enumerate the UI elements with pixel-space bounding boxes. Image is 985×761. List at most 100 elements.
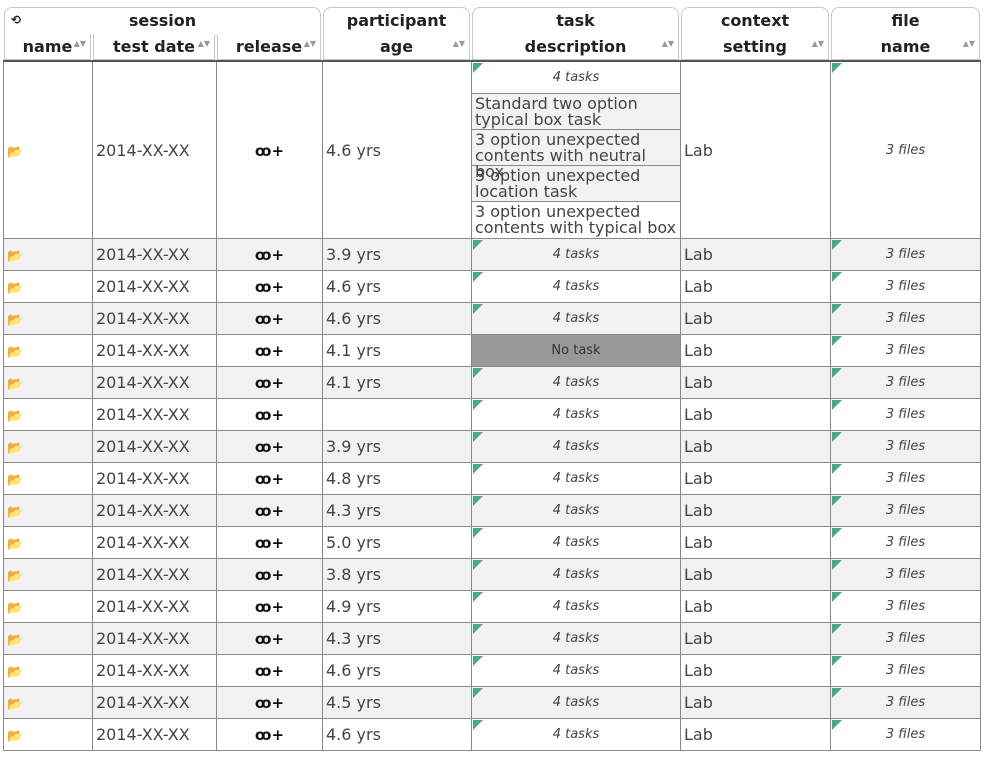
- file-cell[interactable]: 3 files: [830, 335, 981, 367]
- task-cell[interactable]: 4 tasks: [471, 655, 680, 687]
- task-cell[interactable]: 4 tasks: [471, 431, 680, 463]
- task-summary[interactable]: 4 tasks: [472, 62, 680, 94]
- expand-corner-icon[interactable]: [832, 528, 842, 538]
- expand-corner-icon[interactable]: [832, 592, 842, 602]
- expand-corner-icon[interactable]: [473, 240, 483, 250]
- sort-arrows-icon[interactable]: ▲▼: [662, 40, 674, 48]
- expand-corner-icon[interactable]: [832, 656, 842, 666]
- session-link[interactable]: 📂: [3, 623, 92, 655]
- folder-open-icon[interactable]: 📂: [7, 249, 23, 264]
- file-cell[interactable]: 3 files: [830, 303, 981, 335]
- task-cell[interactable]: 4 tasks: [471, 303, 680, 335]
- session-link[interactable]: 📂: [3, 527, 92, 559]
- session-link[interactable]: 📂: [3, 239, 92, 271]
- folder-open-icon[interactable]: 📂: [7, 313, 23, 328]
- folder-open-icon[interactable]: 📂: [7, 569, 23, 584]
- expand-corner-icon[interactable]: [832, 400, 842, 410]
- expand-corner-icon[interactable]: [473, 656, 483, 666]
- participant-age-header-top[interactable]: participant: [322, 7, 471, 34]
- file-cell[interactable]: 3 files: [830, 591, 981, 623]
- expand-corner-icon[interactable]: [832, 624, 842, 634]
- folder-open-icon[interactable]: 📂: [7, 145, 23, 160]
- session-link[interactable]: 📂: [3, 271, 92, 303]
- file-cell[interactable]: 3 files: [830, 559, 981, 591]
- expand-corner-icon[interactable]: [832, 63, 842, 73]
- expand-corner-icon[interactable]: [832, 432, 842, 442]
- test-date-column-header[interactable]: test date ▲▼: [92, 34, 216, 62]
- expand-corner-icon[interactable]: [473, 688, 483, 698]
- task-cell[interactable]: 4 tasks: [471, 495, 680, 527]
- folder-open-icon[interactable]: 📂: [7, 633, 23, 648]
- folder-open-icon[interactable]: 📂: [7, 409, 23, 424]
- expand-corner-icon[interactable]: [473, 304, 483, 314]
- session-link[interactable]: 📂: [3, 463, 92, 495]
- task-description-header-top[interactable]: task: [471, 7, 680, 34]
- folder-open-icon[interactable]: 📂: [7, 601, 23, 616]
- sort-arrows-icon[interactable]: ▲▼: [963, 40, 975, 48]
- expand-corner-icon[interactable]: [473, 63, 483, 73]
- folder-open-icon[interactable]: 📂: [7, 441, 23, 456]
- file-cell[interactable]: 3 files: [830, 239, 981, 271]
- task-description-column-header[interactable]: description ▲▼: [471, 34, 680, 62]
- task-cell[interactable]: 4 tasks: [471, 463, 680, 495]
- file-name-header-top[interactable]: file: [830, 7, 981, 34]
- expand-corner-icon[interactable]: [832, 336, 842, 346]
- sort-arrows-icon[interactable]: ▲▼: [74, 40, 86, 48]
- session-link[interactable]: 📂: [3, 367, 92, 399]
- expand-corner-icon[interactable]: [832, 720, 842, 730]
- session-link[interactable]: 📂: [3, 559, 92, 591]
- sort-arrows-icon[interactable]: ▲▼: [812, 40, 824, 48]
- session-link[interactable]: 📂: [3, 431, 92, 463]
- session-link[interactable]: 📂: [3, 591, 92, 623]
- file-cell[interactable]: 3 files: [830, 62, 981, 239]
- expand-corner-icon[interactable]: [473, 272, 483, 282]
- expand-corner-icon[interactable]: [473, 400, 483, 410]
- file-cell[interactable]: 3 files: [830, 431, 981, 463]
- sort-arrows-icon[interactable]: ▲▼: [304, 40, 316, 48]
- session-link[interactable]: 📂: [3, 655, 92, 687]
- task-cell[interactable]: 4 tasks: [471, 527, 680, 559]
- file-cell[interactable]: 3 files: [830, 399, 981, 431]
- expand-corner-icon[interactable]: [832, 464, 842, 474]
- file-cell[interactable]: 3 files: [830, 687, 981, 719]
- reset-sort-icon[interactable]: ⟲: [11, 13, 21, 27]
- expand-corner-icon[interactable]: [473, 496, 483, 506]
- sort-arrows-icon[interactable]: ▲▼: [198, 40, 210, 48]
- expand-corner-icon[interactable]: [473, 464, 483, 474]
- expand-corner-icon[interactable]: [473, 368, 483, 378]
- file-cell[interactable]: 3 files: [830, 623, 981, 655]
- expand-corner-icon[interactable]: [832, 240, 842, 250]
- file-cell[interactable]: 3 files: [830, 495, 981, 527]
- expand-corner-icon[interactable]: [473, 720, 483, 730]
- session-link[interactable]: 📂: [3, 399, 92, 431]
- file-cell[interactable]: 3 files: [830, 367, 981, 399]
- expand-corner-icon[interactable]: [832, 368, 842, 378]
- folder-open-icon[interactable]: 📂: [7, 473, 23, 488]
- folder-open-icon[interactable]: 📂: [7, 377, 23, 392]
- file-cell[interactable]: 3 files: [830, 655, 981, 687]
- folder-open-icon[interactable]: 📂: [7, 281, 23, 296]
- task-cell[interactable]: 4 tasks: [471, 719, 680, 751]
- session-link[interactable]: 📂: [3, 62, 92, 239]
- task-cell[interactable]: 4 tasks: [471, 591, 680, 623]
- file-cell[interactable]: 3 files: [830, 527, 981, 559]
- task-cell[interactable]: 4 tasks: [471, 367, 680, 399]
- file-cell[interactable]: 3 files: [830, 463, 981, 495]
- folder-open-icon[interactable]: 📂: [7, 537, 23, 552]
- folder-open-icon[interactable]: 📂: [7, 697, 23, 712]
- context-setting-column-header[interactable]: setting ▲▼: [680, 34, 830, 62]
- expand-corner-icon[interactable]: [473, 592, 483, 602]
- folder-open-icon[interactable]: 📂: [7, 345, 23, 360]
- task-cell[interactable]: 4 tasks: [471, 623, 680, 655]
- sort-arrows-icon[interactable]: ▲▼: [453, 40, 465, 48]
- folder-open-icon[interactable]: 📂: [7, 729, 23, 744]
- participant-age-column-header[interactable]: age ▲▼: [322, 34, 471, 62]
- task-cell-expanded[interactable]: 4 tasks Standard two option typical box …: [471, 62, 680, 239]
- session-link[interactable]: 📂: [3, 335, 92, 367]
- task-cell[interactable]: 4 tasks: [471, 559, 680, 591]
- expand-corner-icon[interactable]: [832, 560, 842, 570]
- file-cell[interactable]: 3 files: [830, 271, 981, 303]
- release-column-header[interactable]: release ▲▼: [216, 34, 322, 62]
- task-cell[interactable]: 4 tasks: [471, 399, 680, 431]
- file-cell[interactable]: 3 files: [830, 719, 981, 751]
